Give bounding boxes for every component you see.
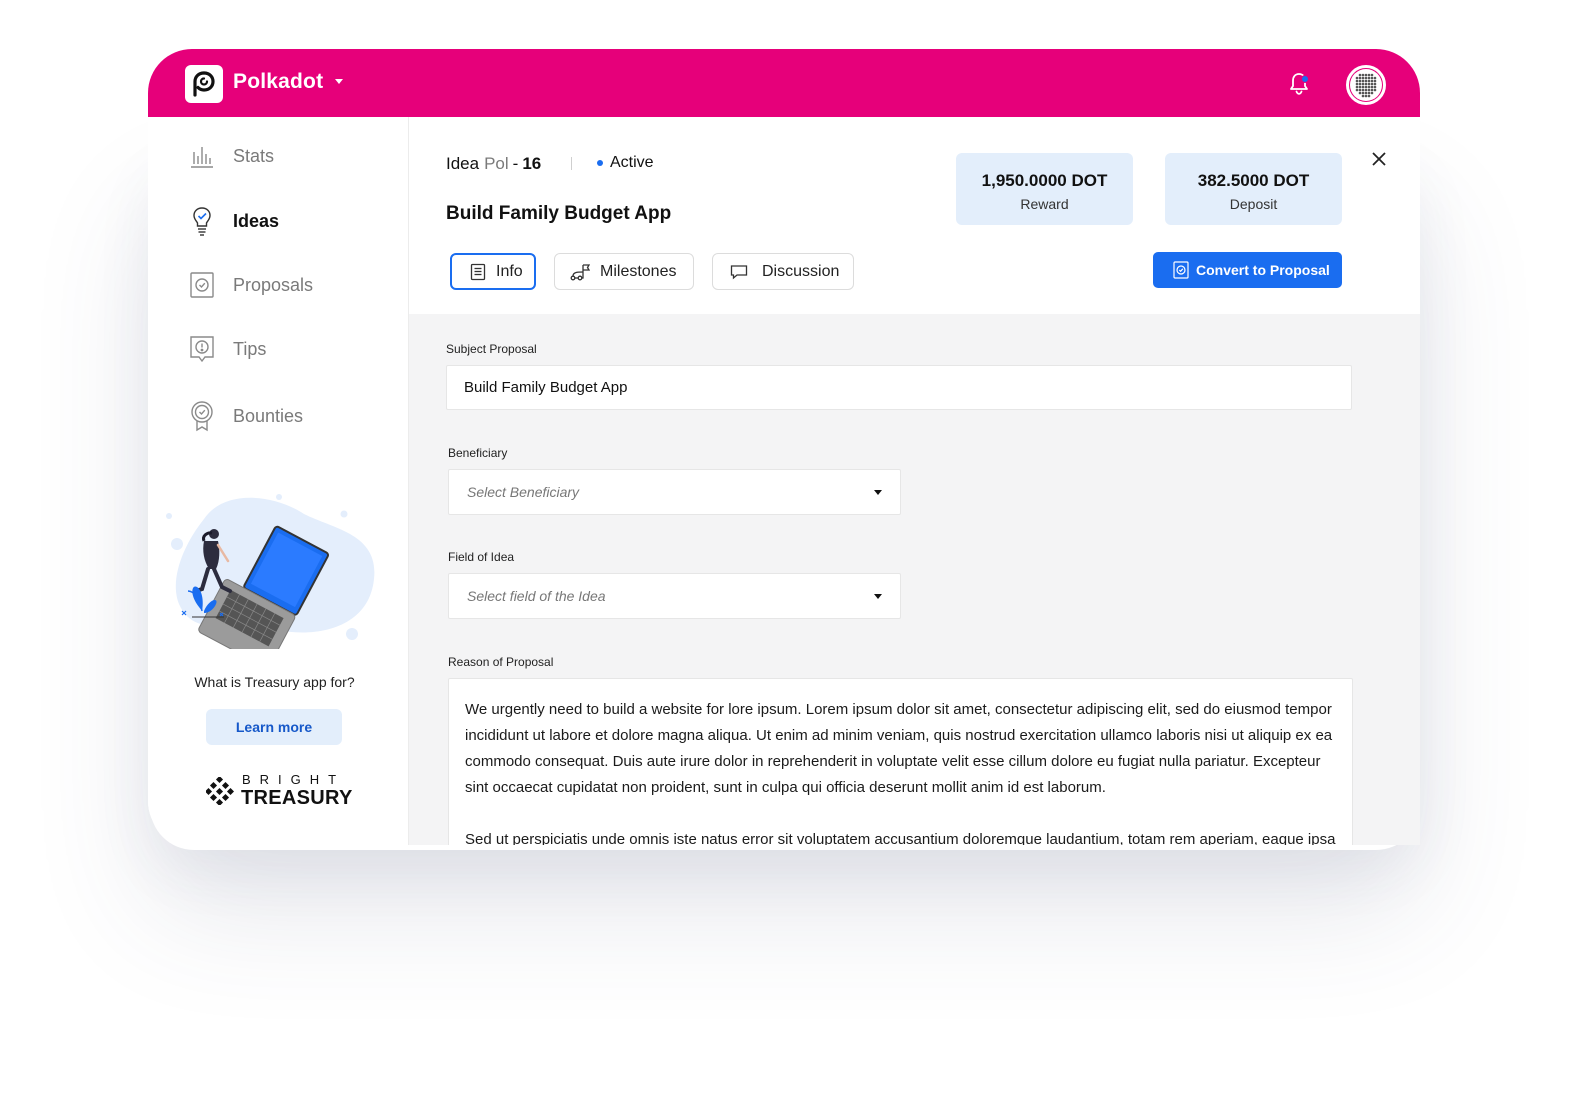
lightbulb-icon bbox=[188, 204, 216, 238]
tab-discussion[interactable]: Discussion bbox=[712, 253, 854, 290]
sidebar: Stats Ideas Proposals Tips Bounties What… bbox=[148, 117, 409, 845]
bounty-badge-icon bbox=[188, 399, 216, 433]
logo-top-text: BRIGHT bbox=[242, 772, 346, 787]
status-dot bbox=[597, 160, 603, 166]
close-icon[interactable] bbox=[1371, 151, 1387, 167]
subject-input[interactable] bbox=[446, 365, 1352, 410]
reason-textarea[interactable]: We urgently need to build a website for … bbox=[448, 678, 1353, 845]
sidebar-item-tips[interactable]: Tips bbox=[188, 332, 266, 366]
milestones-icon bbox=[570, 262, 590, 282]
sidebar-item-label: Proposals bbox=[233, 274, 314, 295]
polkadot-logo-icon[interactable] bbox=[185, 65, 223, 103]
field-of-idea-select[interactable]: Select field of the Idea bbox=[448, 573, 901, 619]
chevron-down-icon bbox=[874, 490, 882, 495]
tip-exclamation-icon bbox=[188, 332, 216, 366]
convert-to-proposal-button[interactable]: Convert to Proposal bbox=[1153, 252, 1342, 288]
bright-treasury-logo-icon bbox=[206, 777, 234, 805]
idea-identifier: Idea Pol - 16 bbox=[446, 154, 541, 174]
idea-dash: - bbox=[512, 154, 519, 173]
learn-more-button[interactable]: Learn more bbox=[206, 709, 342, 745]
convert-button-label: Convert to Proposal bbox=[1196, 262, 1330, 278]
tab-label: Discussion bbox=[762, 262, 840, 280]
promo-text: What is Treasury app for? bbox=[194, 674, 355, 690]
deposit-label: Deposit bbox=[1229, 196, 1278, 212]
beneficiary-select[interactable]: Select Beneficiary bbox=[448, 469, 901, 515]
reward-label: Reward bbox=[1020, 196, 1069, 212]
dotted-avatar-icon[interactable] bbox=[1346, 65, 1386, 105]
sidebar-item-stats[interactable]: Stats bbox=[188, 139, 274, 173]
sidebar-item-proposals[interactable]: Proposals bbox=[188, 268, 313, 302]
chat-bubble-icon bbox=[729, 262, 749, 282]
sidebar-item-label: Tips bbox=[233, 338, 267, 359]
proposal-check-icon bbox=[1173, 261, 1189, 279]
stats-icon bbox=[188, 139, 216, 173]
chevron-down-icon bbox=[874, 594, 882, 599]
deposit-value: 382.5000 DOT bbox=[1197, 171, 1310, 190]
reason-paragraph: We urgently need to build a website for … bbox=[465, 701, 1333, 796]
reward-value: 1,950.0000 DOT bbox=[981, 171, 1108, 190]
logo-bottom-text: TREASURY bbox=[241, 787, 353, 809]
page-title: Build Family Budget App bbox=[446, 203, 672, 224]
deposit-card: 382.5000 DOT Deposit bbox=[1165, 153, 1342, 225]
proposal-check-icon bbox=[188, 268, 216, 302]
tab-label: Info bbox=[496, 262, 523, 280]
sidebar-item-label: Ideas bbox=[233, 210, 280, 231]
reason-paragraph: Sed ut perspiciatis unde omnis iste natu… bbox=[465, 831, 1336, 845]
divider bbox=[571, 157, 572, 170]
app-window: Polkadot Stats Ideas Proposals Tips Boun… bbox=[148, 49, 1420, 845]
idea-number: 16 bbox=[522, 154, 542, 173]
network-dropdown-caret-icon[interactable] bbox=[335, 79, 343, 84]
idea-header: Idea Pol - 16 Active Build Family Budget… bbox=[409, 117, 1420, 314]
top-bar: Polkadot bbox=[148, 49, 1420, 117]
field-of-idea-label: Field of Idea bbox=[448, 550, 515, 564]
sidebar-item-bounties[interactable]: Bounties bbox=[188, 399, 303, 433]
status-text: Active bbox=[610, 154, 654, 171]
beneficiary-placeholder: Select Beneficiary bbox=[467, 484, 580, 500]
notification-dot bbox=[1301, 75, 1309, 83]
document-icon bbox=[468, 262, 488, 282]
idea-network: Pol bbox=[484, 154, 509, 173]
sidebar-item-label: Bounties bbox=[233, 405, 304, 426]
tab-milestones[interactable]: Milestones bbox=[554, 253, 694, 290]
network-name[interactable]: Polkadot bbox=[233, 70, 323, 94]
reason-label: Reason of Proposal bbox=[448, 655, 554, 669]
sidebar-item-label: Stats bbox=[233, 145, 275, 166]
treasury-illustration bbox=[166, 494, 375, 649]
field-of-idea-placeholder: Select field of the Idea bbox=[467, 588, 606, 604]
idea-detail-panel: Idea Pol - 16 Active Build Family Budget… bbox=[409, 117, 1420, 845]
sidebar-item-ideas[interactable]: Ideas bbox=[188, 204, 279, 238]
subject-label: Subject Proposal bbox=[446, 342, 537, 356]
reward-card: 1,950.0000 DOT Reward bbox=[956, 153, 1133, 225]
tab-label: Milestones bbox=[600, 262, 677, 280]
idea-prefix: Idea bbox=[446, 154, 480, 173]
status-badge: Active bbox=[597, 154, 654, 172]
bright-treasury-logo: BRIGHT TREASURY bbox=[206, 772, 352, 812]
tab-info[interactable]: Info bbox=[450, 253, 536, 290]
beneficiary-label: Beneficiary bbox=[448, 446, 508, 460]
